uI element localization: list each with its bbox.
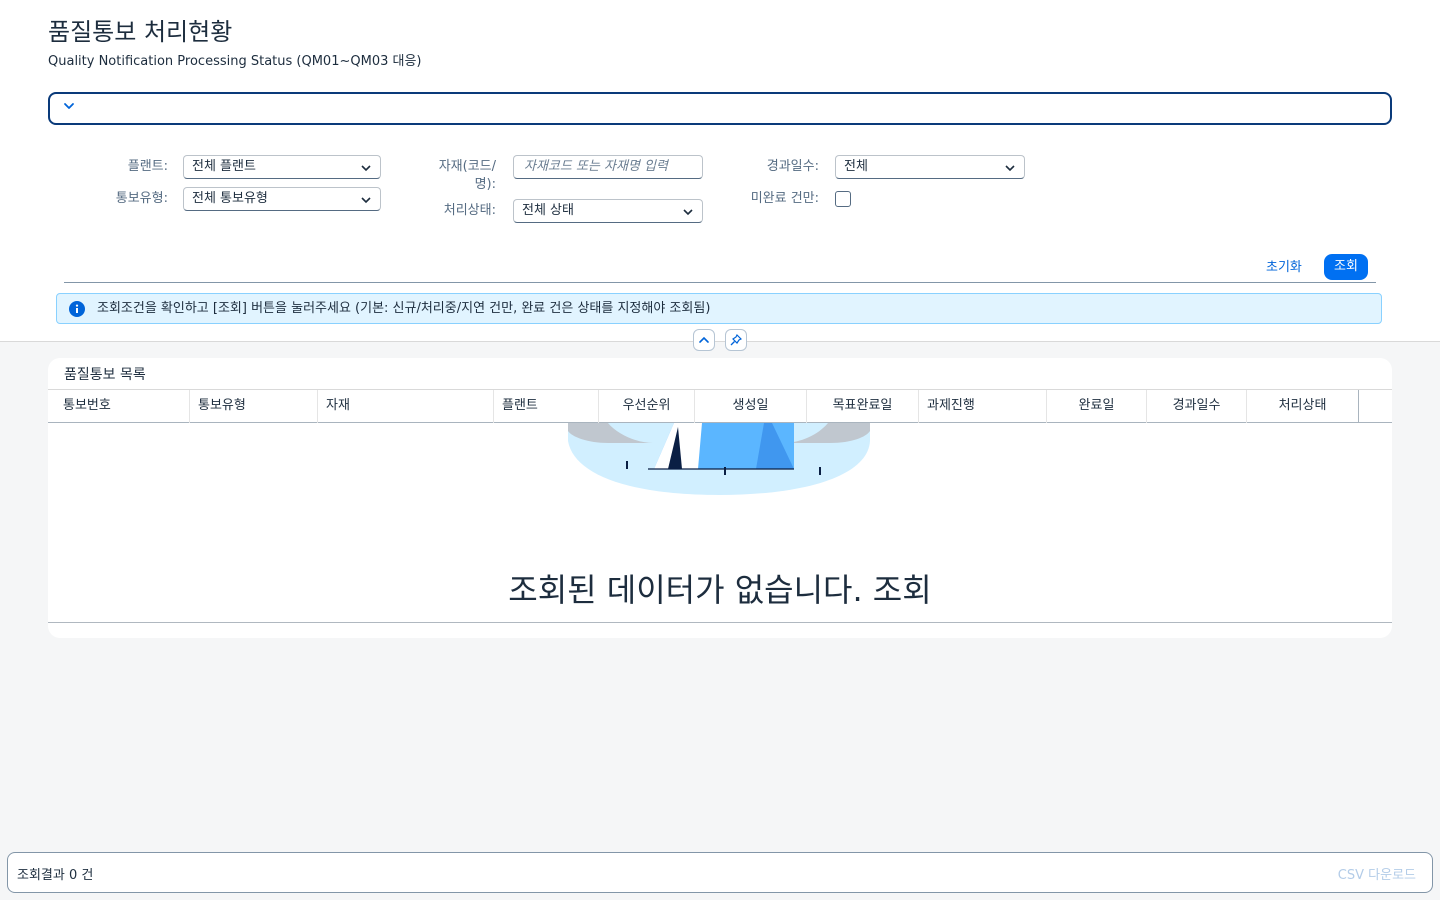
chevron-down-icon xyxy=(1005,165,1015,172)
table-title: 품질통보 목록 xyxy=(64,367,146,383)
filter-header: 품질통보 처리현황 Quality Notification Processin… xyxy=(0,0,1440,342)
collapse-header-button[interactable] xyxy=(693,329,715,351)
column-header[interactable]: 목표완료일 xyxy=(807,390,919,423)
elapsed-select[interactable]: 전체 xyxy=(835,155,1025,179)
material-label: 자재(코드/ 명): xyxy=(408,158,496,194)
table-bottom-border xyxy=(48,622,1392,623)
status-label: 처리상태: xyxy=(443,203,496,218)
variant-selector[interactable] xyxy=(48,92,1392,125)
incomplete-only-label: 미완료 건만: xyxy=(750,191,819,206)
incomplete-only-checkbox[interactable] xyxy=(835,191,851,207)
column-header[interactable]: 완료일 xyxy=(1047,390,1147,423)
page-subtitle: Quality Notification Processing Status (… xyxy=(48,54,422,69)
column-header[interactable]: 과제진행 xyxy=(919,390,1047,423)
elapsed-label: 경과일수: xyxy=(766,159,819,174)
notification-table: 품질통보 목록 통보번호 통보유형 자재 플랜트 우선순위 생성일 목표완료일 … xyxy=(48,358,1392,638)
material-label-line1: 자재(코드/ xyxy=(438,159,496,174)
plant-select-value: 전체 플랜트 xyxy=(192,159,256,174)
column-header[interactable]: 경과일수 xyxy=(1147,390,1247,423)
reset-button[interactable]: 초기화 xyxy=(1262,256,1306,280)
column-header[interactable]: 처리상태 xyxy=(1247,390,1359,423)
table-header: 통보번호 통보유형 자재 플랜트 우선순위 생성일 목표완료일 과제진행 완료일… xyxy=(48,389,1392,423)
material-input-placeholder: 자재코드 또는 자재명 입력 xyxy=(524,159,668,174)
column-header[interactable]: 플랜트 xyxy=(494,390,599,423)
column-header[interactable]: 생성일 xyxy=(695,390,807,423)
info-message-text: 조회조건을 확인하고 [조회] 버튼을 눌러주세요 (기본: 신규/처리중/지연… xyxy=(97,301,711,316)
chevron-down-icon xyxy=(361,197,371,204)
filter-divider xyxy=(64,282,1376,283)
column-header[interactable]: 통보번호 xyxy=(55,390,190,423)
info-message-strip: 조회조건을 확인하고 [조회] 버튼을 눌러주세요 (기본: 신규/처리중/지연… xyxy=(56,293,1382,324)
notif-type-select[interactable]: 전체 통보유형 xyxy=(183,187,381,211)
plant-label: 플랜트: xyxy=(127,159,168,174)
elapsed-select-value: 전체 xyxy=(844,159,868,174)
chevron-down-icon[interactable] xyxy=(62,99,76,113)
notif-type-label: 통보유형: xyxy=(115,191,168,206)
material-label-line2: 명): xyxy=(474,177,496,192)
result-count: 조회결과 0 건 xyxy=(17,868,94,883)
empty-tent-illustration xyxy=(568,423,870,495)
material-input[interactable]: 자재코드 또는 자재명 입력 xyxy=(513,155,703,179)
pin-header-button[interactable] xyxy=(725,329,747,351)
notif-type-select-value: 전체 통보유형 xyxy=(192,191,268,206)
search-button[interactable]: 조회 xyxy=(1324,254,1368,280)
status-select-value: 전체 상태 xyxy=(522,203,574,218)
page-title: 품질통보 처리현황 xyxy=(48,18,233,46)
pin-icon xyxy=(730,334,742,346)
column-header[interactable]: 우선순위 xyxy=(599,390,695,423)
csv-download-button[interactable]: CSV 다운로드 xyxy=(1338,864,1416,883)
plant-select[interactable]: 전체 플랜트 xyxy=(183,155,381,179)
column-header[interactable]: 자재 xyxy=(318,390,494,423)
column-header[interactable]: 통보유형 xyxy=(190,390,318,423)
info-icon xyxy=(69,301,85,317)
chevron-down-icon xyxy=(361,165,371,172)
empty-state-message: 조회된 데이터가 없습니다. 조회 xyxy=(508,571,932,609)
chevron-down-icon xyxy=(683,209,693,216)
result-footer: 조회결과 0 건 CSV 다운로드 xyxy=(7,852,1433,893)
status-select[interactable]: 전체 상태 xyxy=(513,199,703,223)
chevron-up-icon xyxy=(699,336,709,343)
